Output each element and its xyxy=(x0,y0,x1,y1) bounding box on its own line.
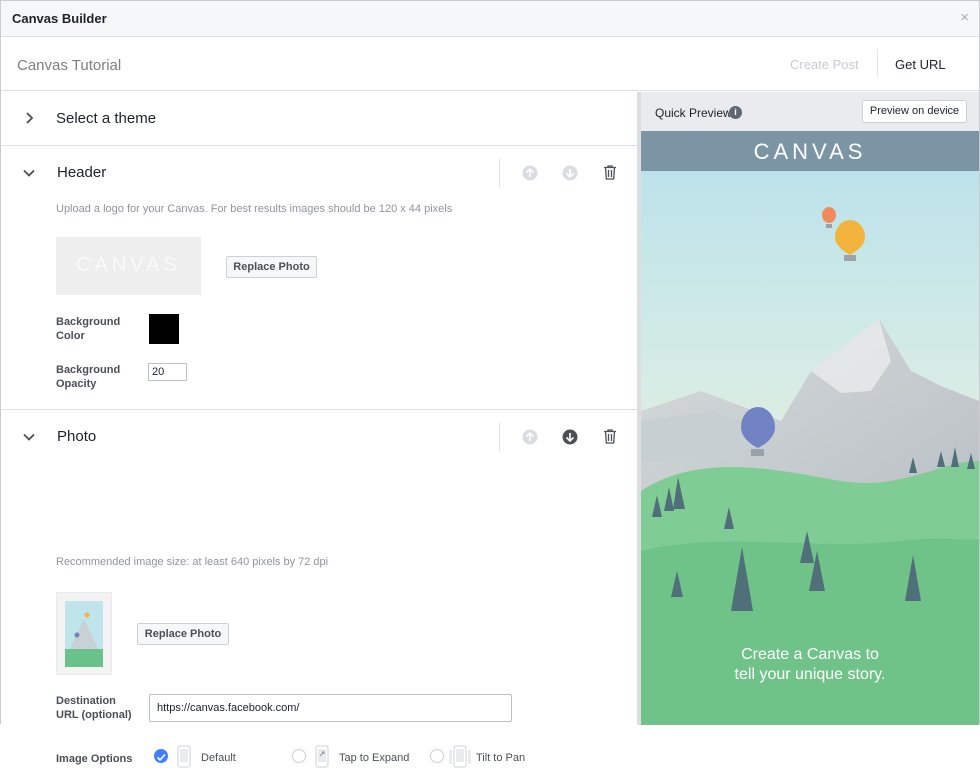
logo-text: CANVAS xyxy=(76,254,181,276)
canvas-preview-header: CANVAS xyxy=(641,131,979,171)
arrow-down-icon[interactable] xyxy=(562,165,578,181)
photo-thumbnail xyxy=(56,592,112,675)
photo-section: Photo Recommended image size: at least 6… xyxy=(1,411,638,768)
photo-section-title: Photo xyxy=(57,428,97,445)
background-color-label-line1: Background xyxy=(56,316,121,328)
replace-logo-button[interactable]: Replace Photo xyxy=(226,256,317,278)
document-bar: Canvas Tutorial Create Post Get URL xyxy=(1,37,979,91)
canvas-preview-title: CANVAS xyxy=(753,139,867,164)
header-section-title: Header xyxy=(57,164,107,181)
photo-hint: Recommended image size: at least 640 pix… xyxy=(56,556,329,568)
tilt-to-pan-option-radio[interactable] xyxy=(430,749,444,763)
default-option-label[interactable]: Default xyxy=(201,752,236,764)
window-title: Canvas Builder xyxy=(12,11,107,26)
canvas-preview: CANVAS Create a Canvas to tell your uniq… xyxy=(641,131,979,725)
background-color-swatch[interactable] xyxy=(149,314,179,344)
title-bar: Canvas Builder × xyxy=(1,1,979,37)
logo-preview: CANVAS xyxy=(56,237,201,295)
destination-label-line1: Destination xyxy=(56,695,116,707)
quick-preview-panel: Quick Preview i Preview on device CANVAS… xyxy=(641,92,979,725)
document-name[interactable]: Canvas Tutorial xyxy=(17,57,121,74)
arrow-up-icon[interactable] xyxy=(522,429,538,445)
get-url-button[interactable]: Get URL xyxy=(895,57,946,72)
destination-label-line2: URL (optional) xyxy=(56,709,132,721)
section-tools-divider xyxy=(499,159,500,187)
trash-icon[interactable] xyxy=(602,428,618,444)
close-icon[interactable]: × xyxy=(960,9,969,26)
arrow-down-icon[interactable] xyxy=(562,429,578,445)
theme-section[interactable]: Select a theme xyxy=(1,92,638,146)
phone-icon xyxy=(315,745,329,768)
canvas-preview-tagline: Create a Canvas to tell your unique stor… xyxy=(641,645,979,685)
tagline-line2: tell your unique story. xyxy=(734,666,886,683)
chevron-down-icon[interactable] xyxy=(23,431,35,443)
image-options-label: Image Options xyxy=(56,753,133,765)
info-icon[interactable]: i xyxy=(729,106,742,119)
background-opacity-input[interactable]: 20 xyxy=(148,363,187,381)
tilt-to-pan-option-label[interactable]: Tilt to Pan xyxy=(476,752,525,764)
quick-preview-label: Quick Preview xyxy=(655,106,732,120)
header-hint: Upload a logo for your Canvas. For best … xyxy=(56,203,453,215)
background-opacity-label-line1: Background xyxy=(56,364,121,376)
chevron-right-icon[interactable] xyxy=(23,112,35,124)
create-post-button[interactable]: Create Post xyxy=(790,57,859,72)
chevron-down-icon[interactable] xyxy=(23,167,35,179)
editor-panel: Select a theme Header Upload a logo for … xyxy=(1,92,638,768)
theme-section-title: Select a theme xyxy=(56,110,157,127)
tap-to-expand-option-label[interactable]: Tap to Expand xyxy=(339,752,409,764)
toolbar-divider xyxy=(877,49,878,77)
preview-on-device-button[interactable]: Preview on device xyxy=(862,100,967,123)
tagline-line1: Create a Canvas to xyxy=(741,646,879,663)
replace-photo-button[interactable]: Replace Photo xyxy=(137,623,229,645)
arrow-up-icon[interactable] xyxy=(522,165,538,181)
tap-to-expand-option-radio[interactable] xyxy=(292,749,306,763)
background-color-label-line2: Color xyxy=(56,330,85,342)
section-tools-divider xyxy=(499,423,500,451)
background-opacity-label-line2: Opacity xyxy=(56,378,97,390)
preview-landscape-illustration xyxy=(641,131,979,725)
destination-url-input[interactable]: https://canvas.facebook.com/ xyxy=(149,694,512,722)
phone-icon xyxy=(177,745,191,768)
trash-icon[interactable] xyxy=(602,164,618,180)
phone-icon xyxy=(449,745,471,768)
check-icon xyxy=(156,753,166,762)
header-section: Header Upload a logo for your Canvas. Fo… xyxy=(1,147,638,410)
canvas-builder-window: Canvas Builder × Canvas Tutorial Create … xyxy=(0,0,980,768)
default-option-radio[interactable] xyxy=(154,749,168,763)
